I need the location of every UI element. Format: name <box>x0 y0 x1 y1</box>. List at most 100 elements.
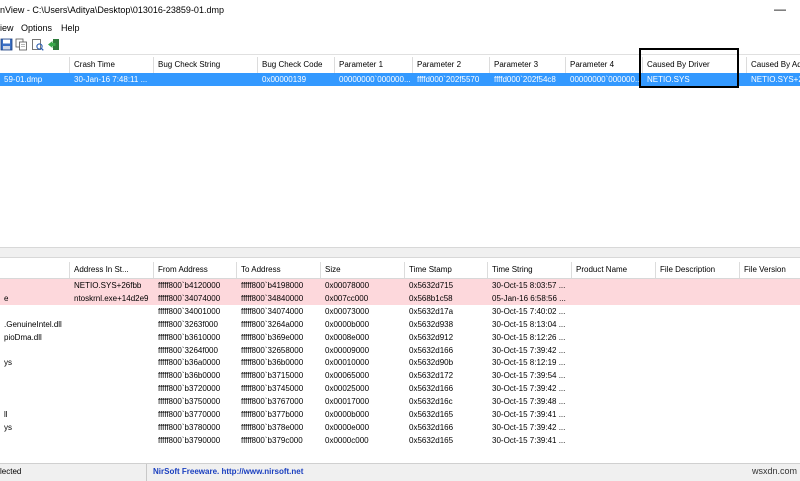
cell-size: 0x00017000 <box>325 397 370 407</box>
cell-time-string: 30-Oct-15 7:39:42 ... <box>492 384 566 394</box>
menu-view[interactable]: iew <box>0 23 14 33</box>
cell-bug-check-code: 0x00000139 <box>262 75 307 84</box>
cell-size: 0x00078000 <box>325 281 370 290</box>
save-icon[interactable] <box>0 38 13 51</box>
cell-file-description <box>656 369 740 382</box>
cell-size: 0x0000b000 <box>325 410 370 419</box>
cell-product-name <box>572 344 656 357</box>
annotation-box <box>639 48 739 88</box>
cell-time-stamp: 0x5632d17a <box>409 306 454 316</box>
cell-address-in-stack <box>70 421 154 434</box>
cell-time-stamp: 0x5632d90b <box>409 358 454 368</box>
cell-to-address: fffff800`b377b000 <box>241 410 304 419</box>
table-row[interactable]: e ntoskrnl.exe+14d2e9 fffff800`34074000 fff… <box>0 291 800 305</box>
column-header-time-stamp[interactable]: Time Stamp <box>405 262 488 278</box>
table-row[interactable]: ys fffff800`b3780000 fffff800`b378e000 0x00… <box>0 421 800 434</box>
cell-from-address: fffff800`3263f000 <box>158 319 218 329</box>
table-row[interactable]: pioDma.dll fffff800`b3610000 fffff800`b369… <box>0 331 800 344</box>
cell-file-description <box>656 279 740 292</box>
exit-icon[interactable] <box>47 38 60 51</box>
table-row[interactable]: ys fffff800`b36a0000 fffff800`b36b0000 0x00… <box>0 356 800 369</box>
column-header-bug-check-code[interactable]: Bug Check Code <box>258 57 335 73</box>
cell-crash-time: 30-Jan-16 7:48:11 ... <box>74 75 148 84</box>
column-header-time-string[interactable]: Time String <box>488 262 572 278</box>
column-header-file-description[interactable]: File Description <box>656 262 740 278</box>
cell-file-version <box>740 421 800 434</box>
table-row[interactable]: fffff800`b3750000 fffff800`b3767000 0x0001… <box>0 395 800 408</box>
menu-options[interactable]: Options <box>21 23 52 33</box>
table-row[interactable]: .GenuineIntel.dll fffff800`3263f000 fffff8… <box>0 318 800 331</box>
cell-time-stamp: 0x5632d16c <box>409 397 453 407</box>
column-header-bug-check-string[interactable]: Bug Check String <box>154 57 258 73</box>
cell-size: 0x00073000 <box>325 306 370 316</box>
cell-size: 0x0000c000 <box>325 435 369 445</box>
table-row[interactable]: fffff800`3264f000 fffff800`32658000 0x0000… <box>0 344 800 357</box>
cell-size: 0x0000b000 <box>325 319 370 329</box>
cell-address-in-stack: ntoskrnl.exe+14d2e9 <box>74 293 149 303</box>
table-row[interactable]: fffff800`34001000 fffff800`34074000 0x0007… <box>0 305 800 318</box>
column-header-filename[interactable] <box>0 262 70 278</box>
menu-help[interactable]: Help <box>61 23 80 33</box>
cell-filename: ys <box>4 422 12 432</box>
cell-caused-by-address: NETIO.SYS+2... <box>751 75 800 84</box>
cell-from-address: fffff800`b3610000 <box>158 332 221 342</box>
cell-filename: pioDma.dll <box>4 332 42 342</box>
cell-from-address: fffff800`34074000 <box>158 293 221 303</box>
cell-to-address: fffff800`34840000 <box>241 293 304 303</box>
cell-product-name <box>572 331 656 344</box>
column-header-parameter-4[interactable]: Parameter 4 <box>566 57 643 73</box>
cell-from-address: fffff800`3264f000 <box>158 345 218 355</box>
status-credit-link[interactable]: NirSoft Freeware. http://www.nirsoft.net <box>153 467 303 476</box>
column-header-from-address[interactable]: From Address <box>154 262 237 278</box>
cell-file-description <box>656 382 740 395</box>
column-header-parameter-2[interactable]: Parameter 2 <box>413 57 490 73</box>
column-header-caused-by-address[interactable]: Caused By Ad <box>747 57 800 73</box>
cell-from-address: fffff800`b3790000 <box>158 435 221 445</box>
cell-to-address: fffff800`b3767000 <box>241 397 304 407</box>
cell-time-string: 30-Oct-15 7:39:48 ... <box>492 397 566 407</box>
minimize-button[interactable]: — <box>768 2 792 18</box>
pane-splitter[interactable] <box>0 247 800 258</box>
cell-to-address: fffff800`34074000 <box>241 306 304 316</box>
table-row[interactable]: fffff800`b3790000 fffff800`b379c000 0x0000… <box>0 434 800 447</box>
table-row[interactable]: fffff800`b36b0000 fffff800`b3715000 0x0006… <box>0 369 800 382</box>
column-header-dump-file[interactable] <box>0 57 70 73</box>
column-header-to-address[interactable]: To Address <box>237 262 321 278</box>
cell-file-description <box>656 292 740 305</box>
cell-file-version <box>740 408 800 421</box>
cell-to-address: fffff800`b369e000 <box>241 332 304 342</box>
status-bar: lected NirSoft Freeware. http://www.nirs… <box>0 463 800 481</box>
cell-file-description <box>656 331 740 344</box>
cell-from-address: fffff800`b36b0000 <box>158 371 221 381</box>
table-row[interactable]: fffff800`b3720000 fffff800`b3745000 0x0002… <box>0 382 800 395</box>
cell-file-version <box>740 382 800 395</box>
cell-address-in-stack <box>70 395 154 408</box>
cell-file-version <box>740 305 800 318</box>
column-header-parameter-1[interactable]: Parameter 1 <box>335 57 413 73</box>
column-header-file-version[interactable]: File Version <box>740 262 800 278</box>
table-row[interactable]: NETIO.SYS+26fbb fffff800`b4120000 fffff800… <box>0 279 800 292</box>
copy-icon[interactable] <box>15 38 28 51</box>
column-header-size[interactable]: Size <box>321 262 405 278</box>
cell-product-name <box>572 408 656 421</box>
column-header-parameter-3[interactable]: Parameter 3 <box>490 57 566 73</box>
cell-time-string: 30-Oct-15 8:12:19 ... <box>492 358 566 368</box>
column-header-product-name[interactable]: Product Name <box>572 262 656 278</box>
table-row[interactable]: ll fffff800`b3770000 fffff800`b377b000 0x00… <box>0 408 800 421</box>
cell-to-address: fffff800`b3745000 <box>241 384 304 394</box>
column-header-crash-time[interactable]: Crash Time <box>70 57 154 73</box>
cell-time-stamp: 0x568b1c58 <box>409 293 453 303</box>
cell-to-address: fffff800`b4198000 <box>241 281 304 290</box>
cell-to-address: fffff800`b379c000 <box>241 435 303 445</box>
cell-filename <box>0 395 70 408</box>
cell-filename: .GenuineIntel.dll <box>4 319 62 329</box>
cell-size: 0x00065000 <box>325 371 370 381</box>
cell-from-address: fffff800`b4120000 <box>158 281 221 290</box>
cell-filename: ll <box>4 410 8 419</box>
cell-time-stamp: 0x5632d938 <box>409 319 454 329</box>
column-header-address-in-stack[interactable]: Address In St... <box>70 262 154 278</box>
properties-icon[interactable] <box>31 38 44 51</box>
cell-file-version <box>740 344 800 357</box>
cell-file-version <box>740 331 800 344</box>
cell-parameter-1: 00000000`000000... <box>339 75 411 84</box>
